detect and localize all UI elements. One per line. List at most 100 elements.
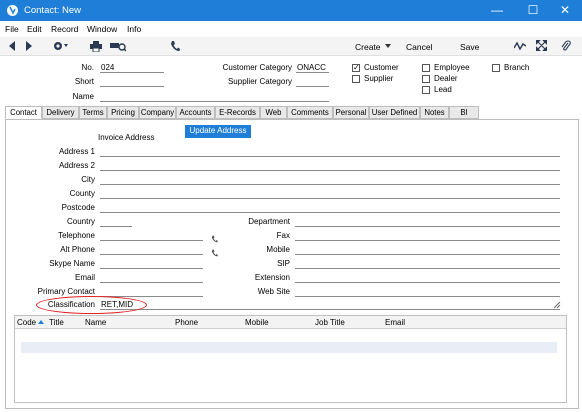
title-bar: Contact: New — ☐ ✕ bbox=[0, 0, 582, 21]
customer-checkbox-label: Customer bbox=[364, 63, 399, 72]
classification-field[interactable]: RET,MID bbox=[100, 300, 560, 310]
alt-phone-field[interactable] bbox=[100, 245, 203, 255]
lead-checkbox[interactable] bbox=[422, 86, 430, 94]
alt-phone-dial-icon[interactable] bbox=[211, 249, 218, 257]
column-phone[interactable]: Phone bbox=[175, 318, 198, 327]
menu-edit[interactable]: Edit bbox=[27, 24, 42, 34]
tab-personal[interactable]: Personal bbox=[333, 106, 369, 119]
paste-special-icon[interactable] bbox=[553, 301, 561, 309]
tab-company[interactable]: Company bbox=[139, 106, 176, 119]
employee-checkbox-label: Employee bbox=[434, 63, 470, 72]
postcode-label: Postcode bbox=[61, 203, 95, 212]
maximize-button[interactable]: ☐ bbox=[516, 0, 550, 21]
tab-bi[interactable]: BI bbox=[449, 106, 479, 119]
column-mobile[interactable]: Mobile bbox=[245, 318, 269, 327]
county-label: County bbox=[69, 189, 95, 198]
telephone-field[interactable] bbox=[100, 231, 203, 241]
customer-checkbox[interactable] bbox=[352, 63, 360, 72]
extension-label: Extension bbox=[254, 273, 290, 282]
address-2-field[interactable] bbox=[100, 161, 560, 171]
cancel-button[interactable]: Cancel bbox=[406, 42, 432, 52]
previous-record-icon[interactable] bbox=[8, 41, 16, 51]
contacts-grid[interactable]: Code Title Name Phone Mobile Job Title E… bbox=[14, 315, 567, 403]
supplier-checkbox[interactable] bbox=[352, 75, 360, 83]
tab-web[interactable]: Web bbox=[260, 106, 287, 119]
postcode-field[interactable] bbox=[100, 203, 560, 213]
table-row[interactable] bbox=[21, 342, 557, 353]
column-title[interactable]: Title bbox=[49, 318, 64, 327]
primary-contact-field[interactable] bbox=[100, 287, 203, 297]
tab-notes[interactable]: Notes bbox=[420, 106, 449, 119]
column-job-title[interactable]: Job Title bbox=[315, 318, 345, 327]
tab-bar: Contact Delivery Terms Pricing Company A… bbox=[5, 106, 579, 119]
lead-checkbox-label: Lead bbox=[434, 85, 452, 94]
sip-label: SIP bbox=[277, 259, 290, 268]
tab-pricing[interactable]: Pricing bbox=[107, 106, 139, 119]
menu-window[interactable]: Window bbox=[87, 24, 117, 34]
update-address-button[interactable]: Update Address bbox=[185, 125, 251, 138]
column-code[interactable]: Code bbox=[17, 318, 36, 327]
telephone-label: Telephone bbox=[58, 231, 95, 240]
short-field[interactable] bbox=[100, 77, 164, 87]
customer-category-field[interactable]: ONACC bbox=[296, 63, 329, 73]
menu-record[interactable]: Record bbox=[51, 24, 78, 34]
employee-checkbox[interactable] bbox=[422, 64, 430, 72]
dealer-checkbox-label: Dealer bbox=[434, 74, 458, 83]
extension-field[interactable] bbox=[295, 273, 560, 283]
fax-field[interactable] bbox=[295, 231, 560, 241]
activity-icon[interactable] bbox=[514, 41, 526, 51]
tab-comments[interactable]: Comments bbox=[287, 106, 333, 119]
sort-ascending-icon[interactable] bbox=[38, 320, 44, 324]
mobile-field[interactable] bbox=[295, 245, 560, 255]
attachment-icon[interactable] bbox=[561, 40, 571, 52]
gear-icon[interactable] bbox=[52, 40, 70, 52]
tab-e-records[interactable]: E-Records bbox=[215, 106, 260, 119]
save-button[interactable]: Save bbox=[460, 42, 479, 52]
grid-header: Code Title Name Phone Mobile Job Title E… bbox=[15, 316, 566, 329]
menu-file[interactable]: File bbox=[5, 24, 19, 34]
expand-icon[interactable] bbox=[536, 40, 547, 51]
short-label: Short bbox=[74, 77, 94, 86]
skype-name-field[interactable] bbox=[100, 259, 203, 269]
sip-field[interactable] bbox=[295, 259, 560, 269]
address-1-field[interactable] bbox=[100, 147, 560, 157]
email-field[interactable] bbox=[100, 273, 203, 283]
web-site-label: Web Site bbox=[257, 287, 290, 296]
name-field[interactable] bbox=[100, 92, 329, 102]
branch-checkbox[interactable] bbox=[492, 64, 500, 72]
tab-terms[interactable]: Terms bbox=[79, 106, 107, 119]
no-field[interactable]: 024 bbox=[100, 63, 164, 73]
dealer-checkbox[interactable] bbox=[422, 75, 430, 83]
city-field[interactable] bbox=[100, 175, 560, 185]
web-site-field[interactable] bbox=[295, 287, 560, 297]
next-record-icon[interactable] bbox=[25, 41, 33, 51]
skype-name-label: Skype Name bbox=[49, 259, 95, 268]
tab-contact[interactable]: Contact bbox=[5, 106, 42, 119]
column-name[interactable]: Name bbox=[85, 318, 106, 327]
address-2-label: Address 2 bbox=[58, 161, 95, 170]
column-email[interactable]: Email bbox=[385, 318, 405, 327]
name-label: Name bbox=[72, 92, 94, 101]
department-field[interactable] bbox=[295, 217, 560, 227]
close-button[interactable]: ✕ bbox=[548, 0, 582, 21]
record-header: No. 024 Short Name Customer Category ONA… bbox=[0, 56, 582, 104]
branch-checkbox-label: Branch bbox=[504, 63, 530, 72]
tab-delivery[interactable]: Delivery bbox=[42, 106, 79, 119]
print-icon[interactable] bbox=[90, 41, 102, 52]
phone-icon[interactable] bbox=[170, 40, 180, 52]
minimize-button[interactable]: — bbox=[480, 0, 514, 21]
city-label: City bbox=[81, 175, 95, 184]
chevron-down-icon[interactable] bbox=[385, 44, 391, 48]
telephone-dial-icon[interactable] bbox=[211, 235, 218, 243]
county-field[interactable] bbox=[100, 189, 560, 199]
print-preview-icon[interactable] bbox=[110, 41, 126, 52]
create-button[interactable]: Create bbox=[355, 42, 381, 52]
alt-phone-label: Alt Phone bbox=[60, 245, 95, 254]
no-label: No. bbox=[81, 63, 94, 72]
supplier-category-field[interactable] bbox=[296, 77, 329, 87]
tab-user-defined[interactable]: User Defined bbox=[369, 106, 420, 119]
country-label: Country bbox=[66, 217, 95, 226]
menu-info[interactable]: Info bbox=[127, 24, 141, 34]
country-field[interactable] bbox=[100, 217, 132, 227]
tab-accounts[interactable]: Accounts bbox=[176, 106, 215, 119]
